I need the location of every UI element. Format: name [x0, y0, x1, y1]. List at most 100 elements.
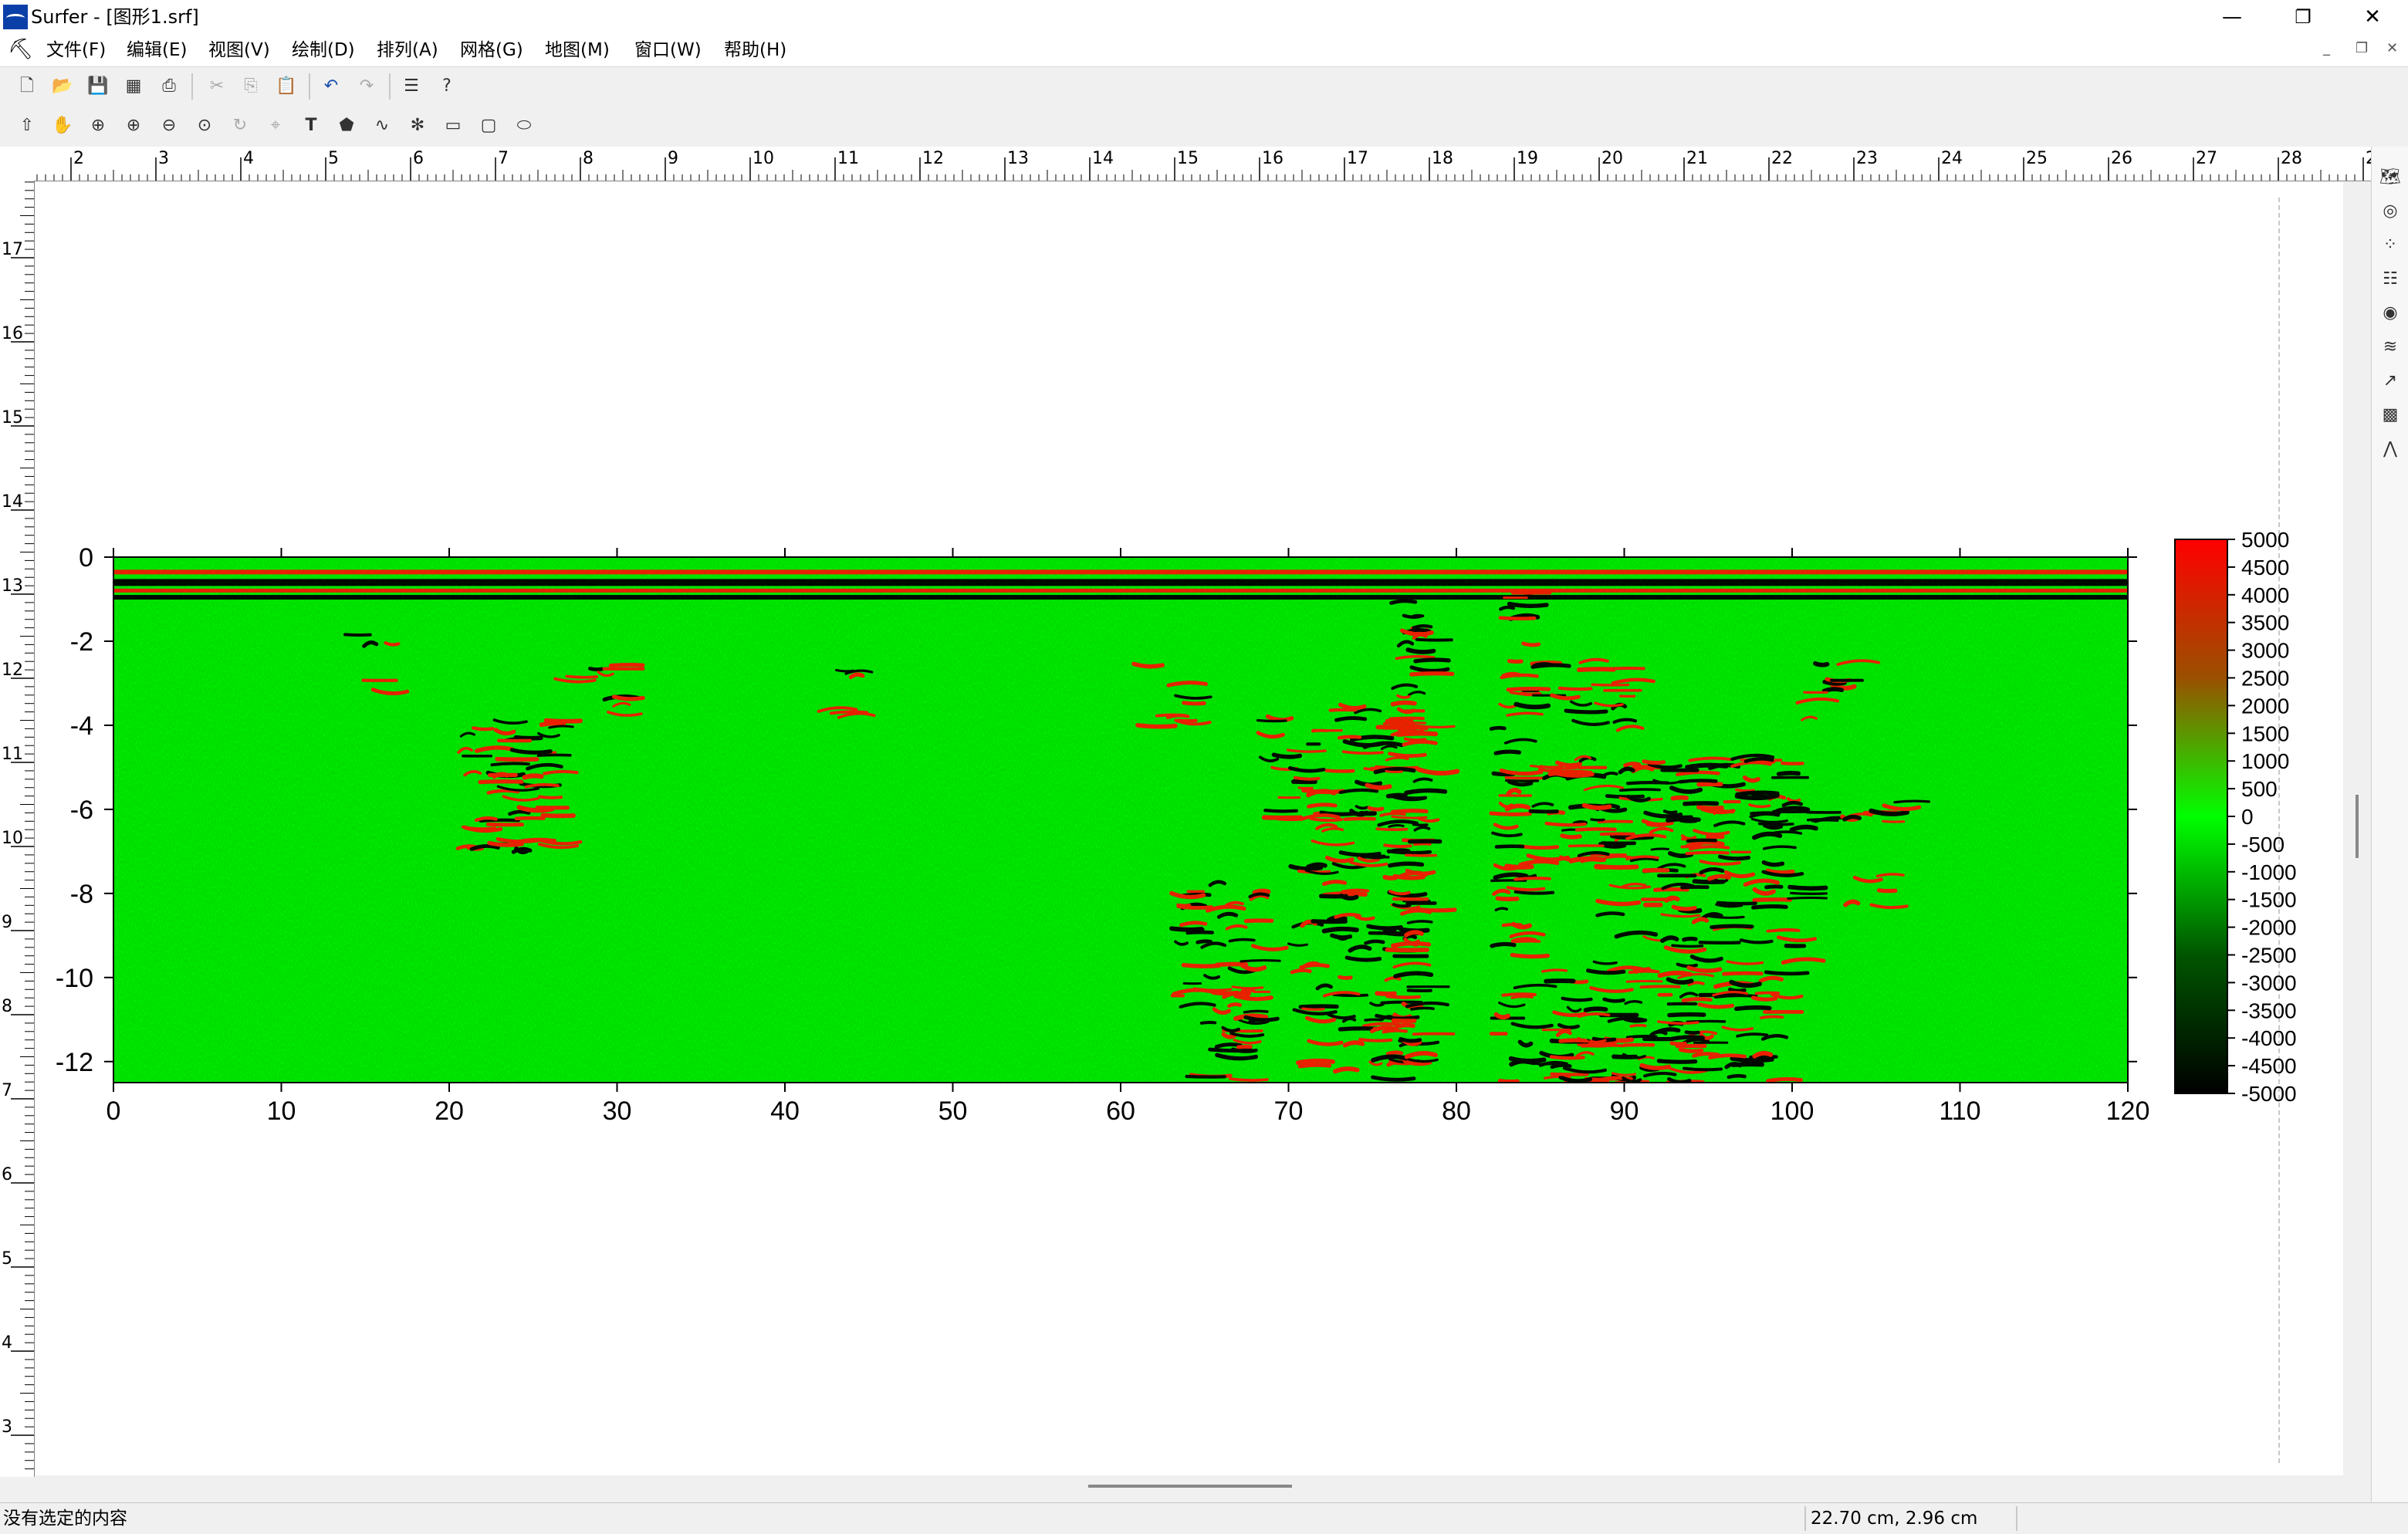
- vertical-scrollbar[interactable]: [2343, 182, 2371, 1475]
- horizontal-ruler[interactable]: 2345678910111213141516171819202122232425…: [34, 147, 2371, 181]
- ruler-label: 11: [2, 745, 23, 764]
- ruler-label: 4: [2, 1333, 12, 1353]
- menu-draw[interactable]: 绘制(D): [289, 39, 358, 62]
- colorbar-tick-label: 4500: [2241, 556, 2289, 579]
- horizontal-scroll-thumb[interactable]: [1088, 1485, 1292, 1488]
- menu-window[interactable]: 窗口(W): [631, 39, 705, 62]
- save-icon[interactable]: 💾: [83, 72, 113, 101]
- doc-restore-button[interactable]: ❐: [2356, 40, 2368, 56]
- menu-help[interactable]: 帮助(H): [721, 39, 790, 62]
- ruler-label: 3: [158, 149, 169, 168]
- menu-map[interactable]: 地图(M): [542, 39, 613, 62]
- base-map-icon[interactable]: ◎: [2378, 199, 2403, 224]
- zoom-rectangle-icon[interactable]: ⊕: [83, 111, 113, 140]
- x-tick-label: 120: [2106, 1096, 2150, 1126]
- polygon-tool-icon[interactable]: ⬟: [332, 111, 361, 140]
- new-file-icon[interactable]: 🗋: [12, 72, 42, 101]
- x-tick-label: 110: [1939, 1096, 1980, 1126]
- ruler-label: 8: [583, 149, 594, 168]
- colorbar-tick-label: -4500: [2241, 1054, 2297, 1078]
- plot-canvas[interactable]: 01020304050607080901001101200-2-4-6-8-10…: [36, 182, 2371, 1475]
- horizontal-scrollbar[interactable]: [36, 1475, 2371, 1502]
- cut-icon[interactable]: ✂: [202, 72, 232, 101]
- image-map-icon[interactable]: ◉: [2378, 301, 2403, 326]
- colorbar-tick-label: -2500: [2241, 944, 2297, 968]
- pan-hand-icon[interactable]: ✋: [48, 111, 77, 140]
- object-manager-icon[interactable]: ☰: [397, 72, 426, 101]
- rotate-icon[interactable]: ↻: [225, 111, 255, 140]
- toolbar-separator: [389, 73, 391, 100]
- map-toolbar: 🗺 ◎ ⁘ ☷ ◉ ≋ ↗ ▩ ⋀: [2371, 147, 2408, 1502]
- menu-file[interactable]: 文件(F): [43, 39, 109, 62]
- close-button[interactable]: ✕: [2337, 0, 2408, 34]
- status-divider: [1804, 1506, 1806, 1531]
- x-tick-label: 80: [1442, 1096, 1471, 1126]
- doc-close-button[interactable]: ✕: [2386, 40, 2398, 56]
- ruler-label: 9: [2, 913, 12, 932]
- copy-icon[interactable]: ⎘: [236, 72, 265, 101]
- maximize-button[interactable]: ❐: [2268, 0, 2339, 34]
- open-folder-icon[interactable]: 📂: [48, 72, 77, 101]
- ruler-label: 18: [1432, 149, 1453, 168]
- vertical-ruler[interactable]: 17161514131211109876543: [0, 181, 35, 1477]
- colorbar-tick-label: 2500: [2241, 667, 2289, 691]
- colorbar-tick-label: 4000: [2241, 583, 2289, 607]
- minimize-button[interactable]: —: [2197, 0, 2268, 34]
- polyline-tool-icon[interactable]: ∿: [367, 111, 397, 140]
- ruler-label: 13: [1007, 149, 1029, 168]
- ellipse-tool-icon[interactable]: ⬭: [509, 111, 539, 140]
- contour-map-icon[interactable]: 🗺: [2378, 165, 2403, 190]
- colorbar-tick-label: 5000: [2241, 528, 2289, 552]
- menu-view[interactable]: 视图(V): [205, 39, 273, 62]
- vector-map-icon[interactable]: ↗: [2378, 369, 2403, 394]
- ruler-label: 11: [837, 149, 859, 168]
- ruler-label: 4: [243, 149, 254, 168]
- ruler-label: 7: [2, 1081, 12, 1100]
- ruler-label: 17: [1347, 149, 1368, 168]
- ruler-label: 13: [2, 576, 23, 596]
- rectangle-tool-icon[interactable]: ▭: [438, 111, 468, 140]
- wireframe-icon[interactable]: ▩: [2378, 403, 2403, 427]
- worksheet-icon[interactable]: ▦: [119, 72, 148, 101]
- document-icon[interactable]: ⛏: [8, 38, 31, 61]
- redo-icon[interactable]: ↷: [352, 72, 381, 101]
- drawing-toolbar: ⇧ ✋ ⊕ ⊕ ⊖ ⊙ ↻ ⌖ T ⬟ ∿ ✻ ▭ ▢ ⬭: [0, 106, 2408, 145]
- x-tick-label: 20: [435, 1096, 464, 1126]
- y-tick-label: -8: [70, 880, 93, 909]
- y-tick-label: -10: [56, 964, 93, 993]
- colorbar-tick-label: -1000: [2241, 860, 2297, 884]
- zoom-in-icon[interactable]: ⊕: [119, 111, 148, 140]
- text-tool-icon[interactable]: T: [296, 111, 326, 140]
- ruler-label: 20: [1601, 149, 1623, 168]
- zoom-out-icon[interactable]: ⊖: [154, 111, 184, 140]
- vertical-scroll-thumb[interactable]: [2356, 795, 2359, 858]
- colorbar-tick-label: 3000: [2241, 639, 2289, 663]
- print-icon[interactable]: ⎙: [154, 72, 184, 101]
- context-help-icon[interactable]: ?: [432, 72, 462, 101]
- paste-icon[interactable]: 📋: [272, 72, 301, 101]
- select-arrow-icon[interactable]: ⇧: [12, 111, 42, 140]
- status-divider: [2016, 1506, 2017, 1531]
- post-map-icon[interactable]: ⁘: [2378, 233, 2403, 258]
- ruler-label: 3: [2, 1417, 12, 1437]
- zoom-page-icon[interactable]: ⊙: [190, 111, 219, 140]
- menu-edit[interactable]: 编辑(E): [123, 39, 190, 62]
- colorbar-tick-label: -500: [2241, 833, 2285, 857]
- menu-grid[interactable]: 网格(G): [457, 39, 526, 62]
- radargram-map[interactable]: 01020304050607080901001101200-2-4-6-8-10…: [36, 182, 2343, 1475]
- symbol-tool-icon[interactable]: ✻: [403, 111, 432, 140]
- surface-icon[interactable]: ⋀: [2378, 437, 2403, 461]
- ruler-label: 14: [1092, 149, 1114, 168]
- classed-post-icon[interactable]: ☷: [2378, 267, 2403, 292]
- colorbar-tick-label: -4000: [2241, 1026, 2297, 1050]
- ruler-label: 16: [1262, 149, 1283, 168]
- colorbar-tick-label: -3500: [2241, 998, 2297, 1022]
- standard-toolbar: 🗋 📂 💾 ▦ ⎙ ✂ ⎘ 📋 ↶ ↷ ☰ ?: [0, 68, 2408, 105]
- rounded-rectangle-tool-icon[interactable]: ▢: [474, 111, 503, 140]
- doc-minimize-button[interactable]: _: [2323, 40, 2330, 56]
- menu-arrange[interactable]: 排列(A): [374, 39, 441, 62]
- ruler-label: 2: [73, 149, 84, 168]
- reshape-icon[interactable]: ⌖: [261, 111, 290, 140]
- shaded-relief-icon[interactable]: ≋: [2378, 335, 2403, 360]
- undo-icon[interactable]: ↶: [316, 72, 346, 101]
